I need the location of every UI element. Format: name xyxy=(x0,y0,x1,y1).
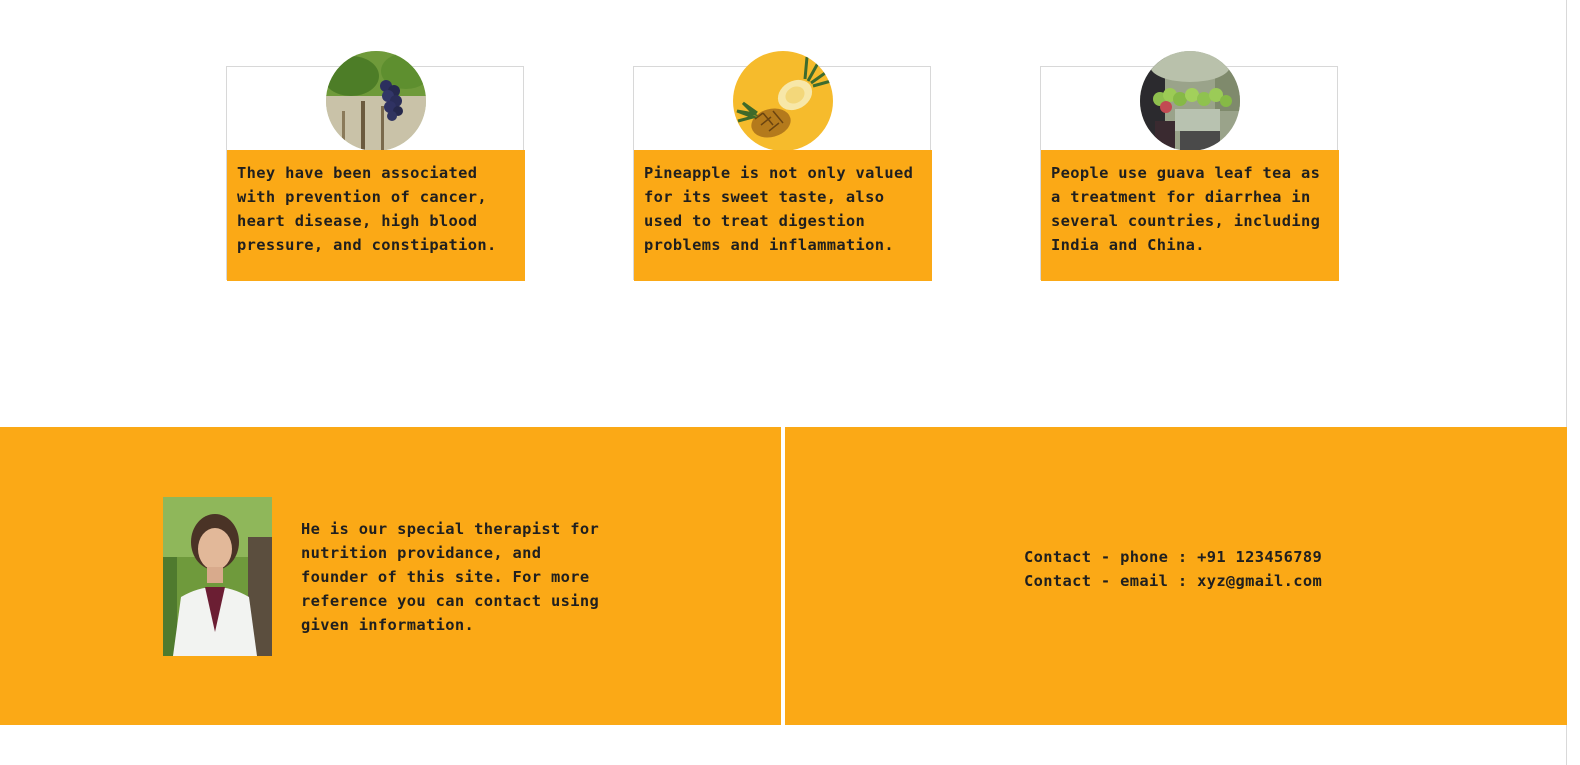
contact-info: Contact - phone : +91 123456789 Contact … xyxy=(1024,545,1322,593)
therapist-photo xyxy=(163,497,272,656)
fruit-card-pineapple: Pineapple is not only valued for its swe… xyxy=(633,51,932,281)
guava-image xyxy=(1140,51,1240,151)
card-description: They have been associated with preventio… xyxy=(227,150,525,281)
contact-phone: Contact - phone : +91 123456789 xyxy=(1024,548,1323,566)
fruit-card-guava: People use guava leaf tea as a treatment… xyxy=(1040,51,1339,281)
card-description: People use guava leaf tea as a treatment… xyxy=(1041,150,1339,281)
pineapple-image xyxy=(733,51,833,151)
therapist-section: He is our special therapist for nutritio… xyxy=(0,427,781,725)
fruit-card-grapes: They have been associated with preventio… xyxy=(226,51,525,281)
contact-section: Contact - phone : +91 123456789 Contact … xyxy=(785,427,1567,725)
card-description: Pineapple is not only valued for its swe… xyxy=(634,150,932,281)
grapes-image xyxy=(326,51,426,151)
therapist-bio: He is our special therapist for nutritio… xyxy=(301,520,600,634)
contact-email: Contact - email : xyz@gmail.com xyxy=(1024,572,1323,590)
